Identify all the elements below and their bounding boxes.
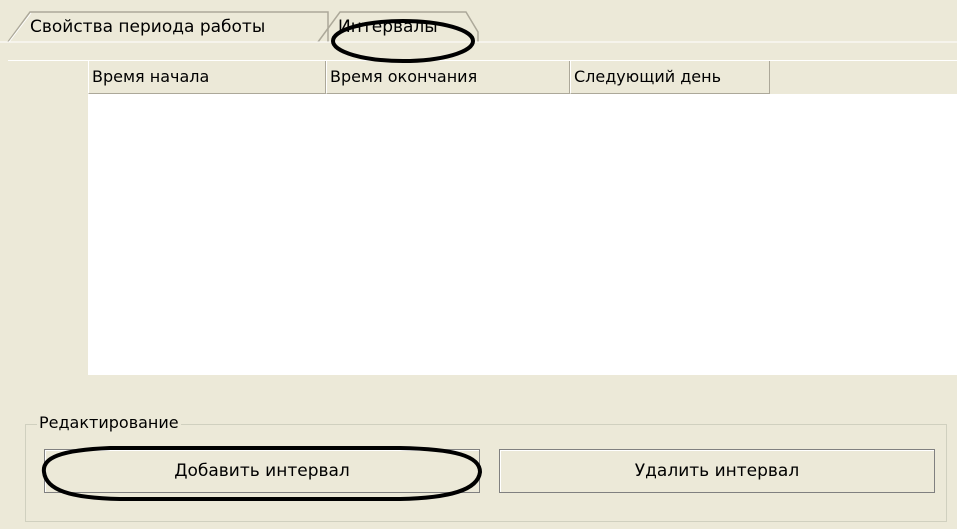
editing-group-label: Редактирование: [37, 412, 181, 434]
add-interval-button[interactable]: Добавить интервал: [44, 449, 480, 493]
column-header-start-time[interactable]: Время начала: [88, 61, 326, 94]
tab-strip: Свойства периода работы Интервалы: [0, 0, 957, 60]
grid-header: Время начала Время окончания Следующий д…: [8, 60, 957, 95]
grid-data-area[interactable]: [88, 94, 957, 375]
row-header-column: [8, 94, 88, 375]
intervals-grid[interactable]: [8, 94, 957, 375]
tab-properties[interactable]: Свойства периода работы: [30, 16, 265, 38]
grid-corner-cell: [8, 61, 89, 95]
column-header-end-time[interactable]: Время окончания: [326, 61, 570, 94]
column-header-next-day[interactable]: Следующий день: [570, 61, 770, 94]
tab-intervals[interactable]: Интервалы: [338, 16, 438, 38]
delete-interval-button[interactable]: Удалить интервал: [499, 449, 935, 493]
